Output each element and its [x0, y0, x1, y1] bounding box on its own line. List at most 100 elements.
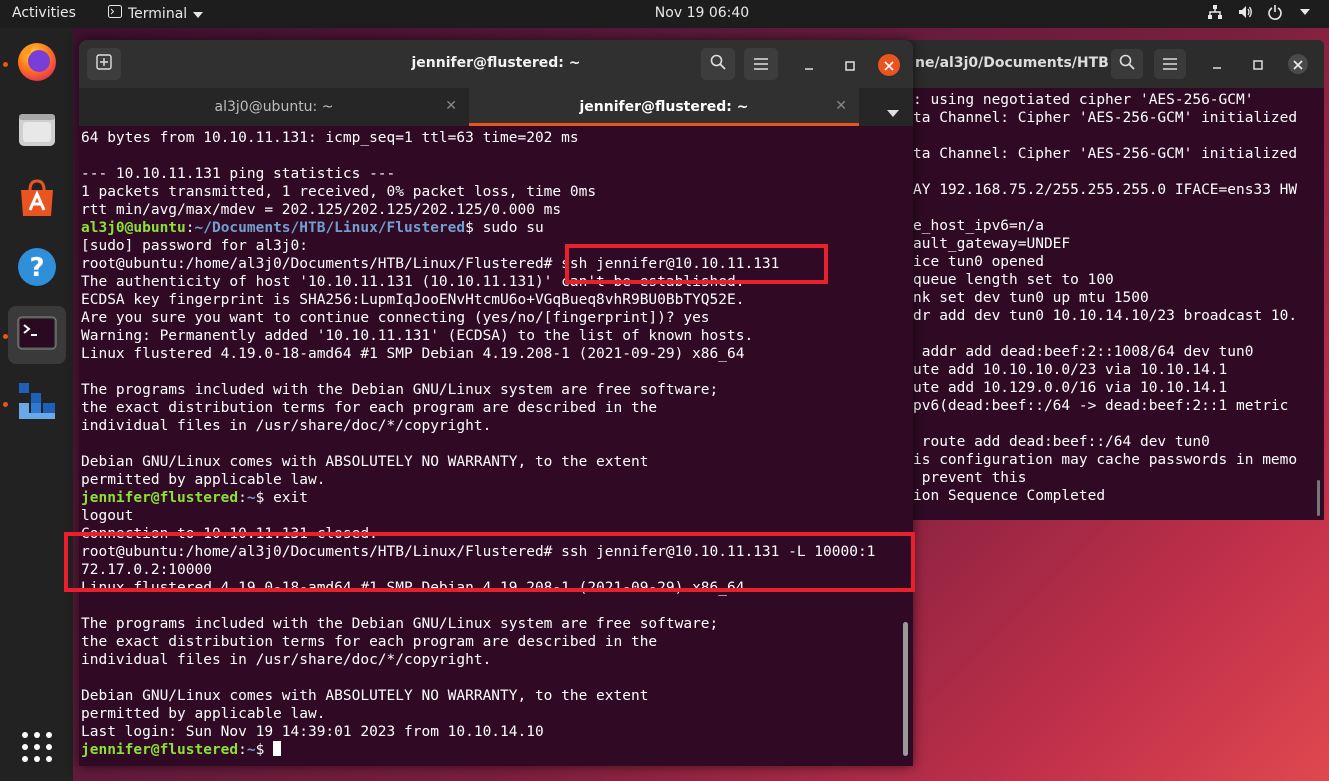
app-grid-icon	[20, 730, 54, 768]
line-text: permitted by applicable law.	[81, 706, 326, 722]
terminal-line: Warning: Permanently added '10.10.11.131…	[81, 327, 875, 345]
terminal-line: ta Channel: Cipher 'AES-256-GCM' initial…	[913, 146, 1298, 162]
close-tab-icon[interactable]: ✕	[835, 98, 847, 114]
terminal-line: root@ubuntu:/home/al3j0/Documents/HTB/Li…	[81, 255, 875, 273]
dock-item-vmware[interactable]	[8, 374, 66, 432]
scrollbar[interactable]	[1317, 480, 1320, 516]
terminal-line: Linux flustered 4.19.0-18-amd64 #1 SMP D…	[81, 579, 875, 597]
clock[interactable]: Nov 19 06:40	[0, 5, 1329, 21]
terminal-line	[81, 597, 875, 615]
volume-icon[interactable]	[1237, 4, 1253, 20]
minimize-icon	[804, 56, 814, 75]
close-icon	[884, 56, 894, 75]
window-header[interactable]: jennifer@flustered: ~	[79, 40, 913, 88]
line-text: $ exit	[255, 490, 308, 506]
terminal-line: The programs included with the Debian GN…	[81, 615, 875, 633]
vmware-icon	[15, 379, 59, 427]
line-text	[81, 436, 90, 452]
dock-item-software[interactable]	[8, 171, 66, 229]
terminal-line	[81, 363, 875, 381]
line-text: [sudo] password for al3j0:	[81, 238, 308, 254]
line-text: 72.17.0.2:10000	[81, 562, 212, 578]
terminal-line: Are you sure you want to continue connec…	[81, 309, 875, 327]
terminal-line: jennifer@flustered:~$	[81, 741, 875, 759]
terminal-output[interactable]: 64 bytes from 10.10.11.131: icmp_seq=1 t…	[81, 129, 875, 759]
dock-item-help[interactable]: ?	[8, 240, 66, 298]
line-text: the exact distribution terms for each pr…	[81, 634, 658, 650]
minimize-button[interactable]	[1207, 54, 1227, 74]
terminal-line: ta Channel: Cipher 'AES-256-GCM' initial…	[913, 110, 1298, 126]
background-window-header[interactable]: ne/al3j0/Documents/HTB	[905, 40, 1324, 88]
active-tab-indicator	[469, 123, 859, 126]
terminal-line	[81, 669, 875, 687]
terminal-line: Linux flustered 4.19.0-18-amd64 #1 SMP D…	[81, 345, 875, 363]
terminal-line: the exact distribution terms for each pr…	[81, 633, 875, 651]
dock-item-files[interactable]	[8, 103, 66, 161]
terminal-line: ault_gateway=UNDEF	[913, 236, 1071, 252]
line-text: Last login: Sun Nov 19 14:39:01 2023 fro…	[81, 724, 544, 740]
terminal-line: route add dead:beef::/64 dev tun0	[913, 434, 1210, 450]
terminal-line: individual files in /usr/share/doc/*/cop…	[81, 417, 875, 435]
terminal-line: rtt min/avg/max/mdev = 202.125/202.125/2…	[81, 201, 875, 219]
terminal-line	[81, 435, 875, 453]
search-icon	[1119, 54, 1135, 74]
maximize-button[interactable]	[1248, 54, 1268, 74]
tab-bar: al3j0@ubuntu: ~ ✕ jennifer@flustered: ~ …	[79, 88, 913, 126]
terminal-line: individual files in /usr/share/doc/*/cop…	[81, 651, 875, 669]
power-icon[interactable]	[1267, 4, 1283, 20]
close-tab-icon[interactable]: ✕	[445, 98, 457, 114]
terminal-line: The authenticity of host '10.10.11.131 (…	[81, 273, 875, 291]
line-text: Warning: Permanently added '10.10.11.131…	[81, 328, 754, 344]
dock: ?	[0, 28, 73, 781]
tab-al3j0-ubuntu[interactable]: al3j0@ubuntu: ~ ✕	[79, 88, 469, 126]
tab-jennifer-flustered[interactable]: jennifer@flustered: ~ ✕	[469, 88, 859, 126]
tab-label: jennifer@flustered: ~	[579, 99, 749, 115]
terminal-line: [sudo] password for al3j0:	[81, 237, 875, 255]
search-button[interactable]	[1111, 49, 1143, 79]
menu-button[interactable]	[1154, 49, 1186, 79]
terminal-line: e_host_ipv6=n/a	[913, 218, 1044, 234]
terminal-line: AY 192.168.75.2/255.255.255.0 IFACE=ens3…	[913, 182, 1298, 198]
terminal-line: nk set dev tun0 up mtu 1500	[913, 290, 1149, 306]
terminal-line	[81, 147, 875, 165]
terminal-line: Debian GNU/Linux comes with ABSOLUTELY N…	[81, 687, 875, 705]
line-text: --- 10.10.11.131 ping statistics ---	[81, 166, 396, 182]
background-terminal-window[interactable]: ne/al3j0/Documents/HTB : using negotiate…	[905, 40, 1324, 520]
tab-label: al3j0@ubuntu: ~	[214, 99, 334, 115]
minimize-button[interactable]	[798, 54, 820, 76]
show-applications-button[interactable]	[8, 720, 66, 778]
chevron-down-icon[interactable]	[1297, 4, 1313, 20]
terminal-line: prevent this	[913, 470, 1027, 486]
background-window-title: ne/al3j0/Documents/HTB	[915, 55, 1109, 71]
background-terminal-output[interactable]: : using negotiated cipher 'AES-256-GCM' t…	[913, 91, 1297, 505]
dock-item-terminal[interactable]	[8, 306, 66, 364]
search-button[interactable]	[701, 48, 735, 80]
network-icon[interactable]	[1207, 4, 1223, 20]
line-text: root@ubuntu:/home/al3j0/Documents/HTB/Li…	[81, 544, 876, 560]
terminal-line: permitted by applicable law.	[81, 705, 875, 723]
line-text: The authenticity of host '10.10.11.131 (…	[81, 274, 745, 290]
terminal-line: queue length set to 100	[913, 272, 1114, 288]
terminal-window[interactable]: jennifer@flustered: ~ al3j0@ubuntu: ~ ✕ …	[79, 40, 913, 766]
terminal-line: : using negotiated cipher 'AES-256-GCM'	[913, 92, 1254, 108]
search-icon	[710, 54, 726, 74]
close-button[interactable]	[1288, 54, 1308, 74]
menu-button[interactable]	[744, 48, 778, 80]
terminal-line: is configuration may cache passwords in …	[913, 452, 1298, 468]
hamburger-icon	[1163, 55, 1177, 74]
line-text: individual files in /usr/share/doc/*/cop…	[81, 418, 492, 434]
close-icon	[1293, 55, 1303, 74]
close-button[interactable]	[878, 54, 900, 76]
prompt-path: ~	[246, 490, 256, 506]
line-text: the exact distribution terms for each pr…	[81, 400, 658, 416]
terminal-line: Connection to 10.10.11.131 closed.	[81, 525, 875, 543]
scrollbar[interactable]	[903, 622, 908, 756]
dock-item-firefox[interactable]	[8, 34, 66, 92]
line-text	[81, 670, 90, 686]
tab-list-dropdown[interactable]	[887, 102, 899, 121]
maximize-button[interactable]	[839, 54, 861, 76]
line-text: Linux flustered 4.19.0-18-amd64 #1 SMP D…	[81, 346, 745, 362]
prompt-path: ~	[246, 742, 256, 758]
